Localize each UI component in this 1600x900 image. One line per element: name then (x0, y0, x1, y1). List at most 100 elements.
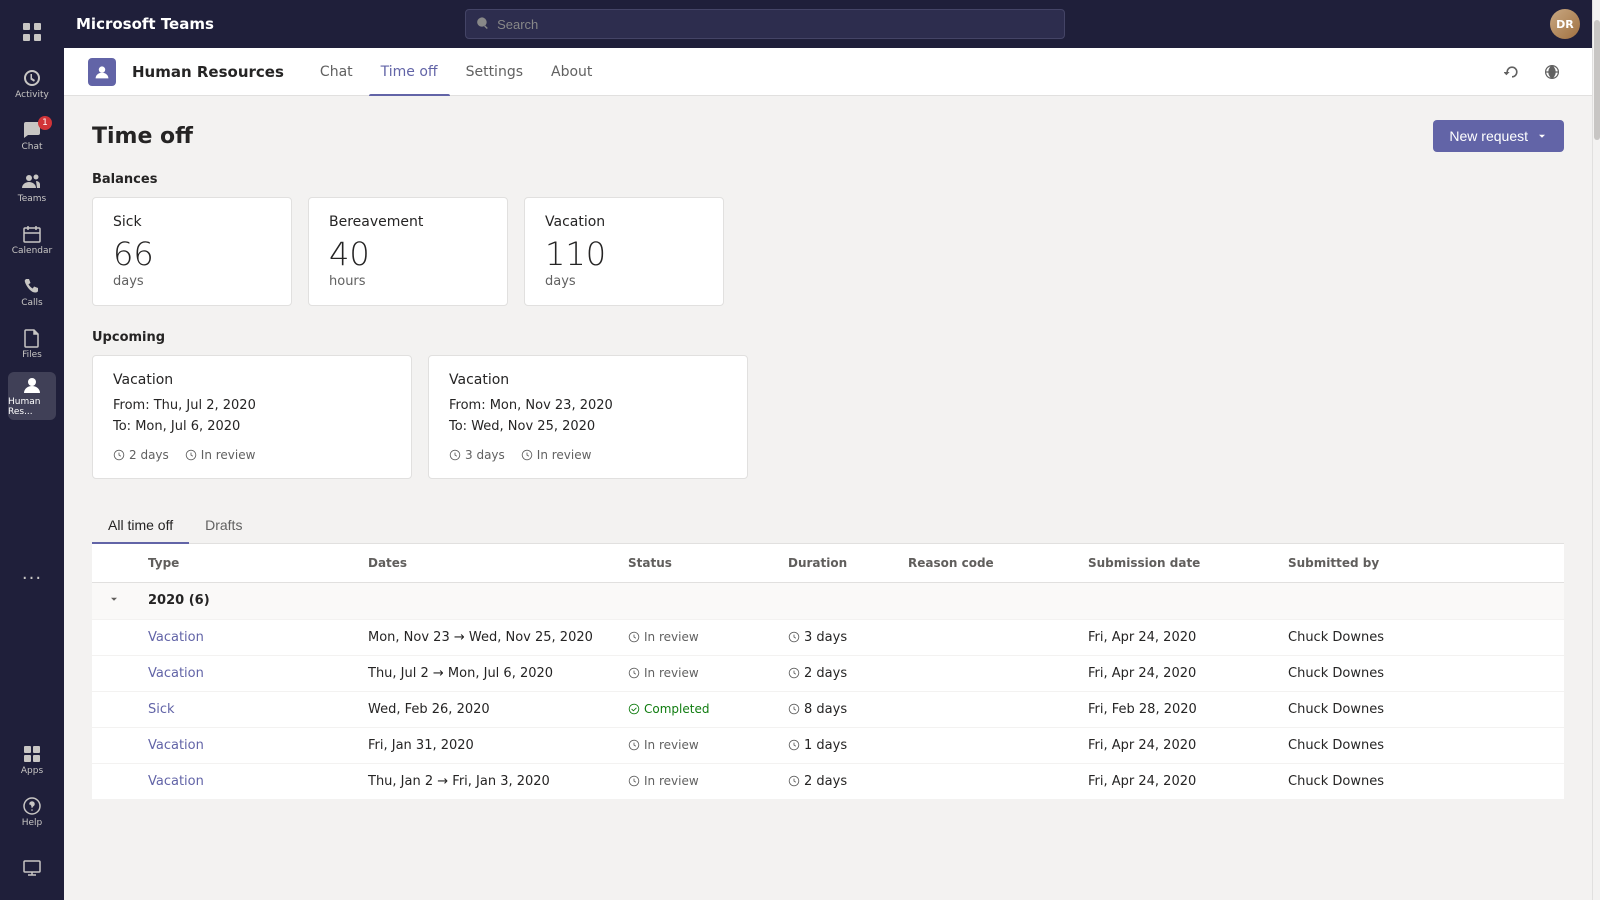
sidebar-item-grid[interactable] (8, 8, 56, 56)
bereavement-number: 40 (329, 238, 487, 270)
list-tabs: All time off Drafts (92, 507, 1564, 544)
tab-settings[interactable]: Settings (454, 48, 535, 96)
balance-card-bereavement: Bereavement 40 hours (308, 197, 508, 306)
group-chevron[interactable] (108, 593, 148, 609)
sidebar-item-feedback[interactable] (8, 844, 56, 892)
row-1-submitted-by: Chuck Downes (1288, 630, 1548, 645)
search-bar[interactable] (465, 9, 1065, 39)
upcoming-1-days: 2 days (113, 448, 169, 462)
sidebar-item-calendar[interactable]: Calendar (8, 216, 56, 264)
app-title: Microsoft Teams (76, 15, 214, 33)
table-row: Vacation Thu, Jan 2 → Fri, Jan 3, 2020 I… (92, 764, 1564, 800)
upcoming-2-status: In review (521, 448, 592, 462)
chevron-down-icon (1536, 130, 1548, 142)
table-header: Type Dates Status Duration Reason code S… (92, 544, 1564, 583)
sidebar-item-help[interactable]: Help (8, 788, 56, 836)
globe-icon (1544, 64, 1560, 80)
completed-icon (628, 703, 640, 715)
upcoming-2-meta: 3 days In review (449, 448, 727, 462)
upcoming-cards: Vacation From: Thu, Jul 2, 2020 To: Mon,… (92, 355, 1564, 479)
tab-drafts[interactable]: Drafts (189, 507, 258, 543)
row-4-submitted-by: Chuck Downes (1288, 738, 1548, 753)
sidebar-item-files[interactable]: Files (8, 320, 56, 368)
duration-icon-4 (788, 739, 800, 751)
tab-time-off[interactable]: Time off (369, 48, 450, 96)
upcoming-2-title: Vacation (449, 372, 727, 388)
tab-about[interactable]: About (539, 48, 604, 96)
review-icon-2 (521, 449, 533, 461)
app-tabs: Chat Time off Settings About (308, 48, 604, 96)
group-label: 2020 (6) (148, 593, 368, 608)
new-request-button[interactable]: New request (1433, 120, 1564, 152)
bereavement-title: Bereavement (329, 214, 487, 230)
upcoming-2-from: From: Mon, Nov 23, 2020 (449, 396, 727, 417)
table-row: Sick Wed, Feb 26, 2020 Completed 8 days … (92, 692, 1564, 728)
duration-icon (788, 631, 800, 643)
col-dates: Dates (368, 556, 628, 570)
table-row: Vacation Thu, Jul 2 → Mon, Jul 6, 2020 I… (92, 656, 1564, 692)
table-group-2020: 2020 (6) (92, 583, 1564, 620)
duration-icon-2 (788, 667, 800, 679)
refresh-button[interactable] (1496, 56, 1528, 88)
upcoming-1-meta: 2 days In review (113, 448, 391, 462)
row-3-type[interactable]: Sick (148, 702, 368, 717)
clock-status-icon-4 (628, 739, 640, 751)
row-5-dates: Thu, Jan 2 → Fri, Jan 3, 2020 (368, 774, 628, 789)
sidebar-item-more[interactable]: ··· (8, 554, 56, 602)
hr-icon (94, 64, 110, 80)
row-4-type[interactable]: Vacation (148, 738, 368, 753)
upcoming-1-status: In review (185, 448, 256, 462)
row-1-submission: Fri, Apr 24, 2020 (1088, 630, 1288, 645)
row-1-type[interactable]: Vacation (148, 630, 368, 645)
vacation-title: Vacation (545, 214, 703, 230)
clock-icon-2 (449, 449, 461, 461)
sick-number: 66 (113, 238, 271, 270)
refresh-icon (1504, 64, 1520, 80)
row-1-dates: Mon, Nov 23 → Wed, Nov 25, 2020 (368, 630, 628, 645)
page-title: Time off (92, 124, 193, 149)
app-name: Human Resources (132, 63, 284, 81)
row-5-submission: Fri, Apr 24, 2020 (1088, 774, 1288, 789)
search-input[interactable] (497, 17, 1054, 32)
row-5-type[interactable]: Vacation (148, 774, 368, 789)
row-3-dates: Wed, Feb 26, 2020 (368, 702, 628, 717)
vacation-unit: days (545, 274, 703, 289)
row-2-submission: Fri, Apr 24, 2020 (1088, 666, 1288, 681)
sidebar-item-teams[interactable]: Teams (8, 164, 56, 212)
row-3-duration: 8 days (788, 702, 908, 717)
sidebar-item-apps[interactable]: Apps (8, 736, 56, 784)
sidebar-item-human-resources[interactable]: Human Res... (8, 372, 56, 420)
table-row: Vacation Mon, Nov 23 → Wed, Nov 25, 2020… (92, 620, 1564, 656)
chat-badge: 1 (38, 116, 52, 130)
upcoming-2-days: 3 days (449, 448, 505, 462)
sidebar-item-files-label: Files (22, 350, 42, 360)
col-type: Type (148, 556, 368, 570)
sidebar-item-calls-label: Calls (21, 298, 43, 308)
right-scrollbar[interactable] (1592, 0, 1600, 900)
sidebar-item-calls[interactable]: Calls (8, 268, 56, 316)
col-reason: Reason code (908, 556, 1088, 570)
table-row: Vacation Fri, Jan 31, 2020 In review 1 d… (92, 728, 1564, 764)
upcoming-1-from: From: Thu, Jul 2, 2020 (113, 396, 391, 417)
main-area: Microsoft Teams DR Human Resources Chat … (64, 0, 1592, 900)
page-content: Time off New request Balances Sick 66 da… (64, 96, 1592, 900)
upcoming-2-to: To: Wed, Nov 25, 2020 (449, 417, 727, 438)
topbar-right: DR (1550, 9, 1580, 39)
topbar: Microsoft Teams DR (64, 0, 1592, 48)
clock-icon (113, 449, 125, 461)
upcoming-card-1: Vacation From: Thu, Jul 2, 2020 To: Mon,… (92, 355, 412, 479)
row-2-dates: Thu, Jul 2 → Mon, Jul 6, 2020 (368, 666, 628, 681)
sidebar-item-activity[interactable]: Activity (8, 60, 56, 108)
clock-status-icon-2 (628, 667, 640, 679)
tab-all-time-off[interactable]: All time off (92, 507, 189, 543)
balance-cards: Sick 66 days Bereavement 40 hours Vacati… (92, 197, 1564, 306)
upcoming-card-2: Vacation From: Mon, Nov 23, 2020 To: Wed… (428, 355, 748, 479)
row-2-type[interactable]: Vacation (148, 666, 368, 681)
col-submission: Submission date (1088, 556, 1288, 570)
globe-button[interactable] (1536, 56, 1568, 88)
sidebar-item-chat[interactable]: 1 Chat (8, 112, 56, 160)
tab-chat[interactable]: Chat (308, 48, 365, 96)
col-duration: Duration (788, 556, 908, 570)
vacation-number: 110 (545, 238, 703, 270)
row-1-duration: 3 days (788, 630, 908, 645)
